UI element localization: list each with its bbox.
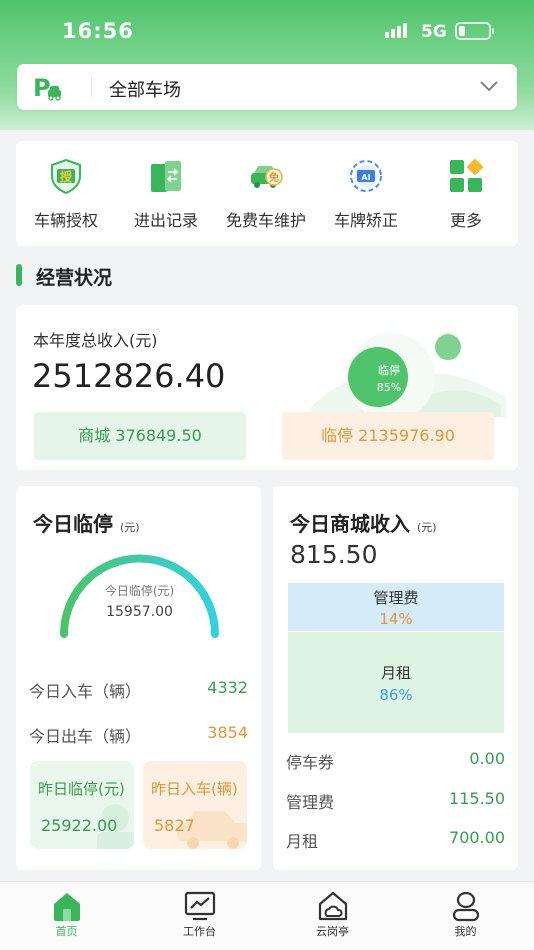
cloud-booth-icon: [318, 891, 348, 921]
temp-share-pct: 85%: [376, 381, 402, 394]
tab-profile[interactable]: 我的: [399, 882, 532, 950]
svg-text:P: P: [33, 74, 51, 102]
today-mall-income-card: 今日商城收入 (元) 815.50 管理费 14% 月租 86% 停车券 0.0…: [273, 486, 518, 870]
today-mall-value: 815.50: [290, 540, 378, 569]
temp-revenue-chip[interactable]: 临停 2135976.90: [282, 412, 494, 460]
today-entry-value: 4332: [207, 678, 248, 697]
yesterday-entry-tile[interactable]: 昨日入车(辆) 5827: [143, 761, 247, 849]
parking-lot-label: 全部车场: [109, 80, 181, 101]
yesterday-entry-label: 昨日入车(辆): [151, 780, 238, 798]
monthly-rent-value: 700.00: [449, 828, 505, 847]
tab-label: 云岗亭: [316, 925, 349, 938]
divider: [91, 77, 92, 97]
parking-car-icon: P: [33, 74, 61, 102]
today-mall-title: 今日商城收入 (元): [290, 512, 437, 536]
parking-lot-selector[interactable]: P 全部车场: [17, 64, 517, 110]
coupon-label: 停车券: [286, 753, 335, 772]
network-type: 5G: [421, 22, 447, 42]
battery-icon: [455, 22, 494, 40]
status-bar: 16:56 5G: [0, 0, 534, 62]
home-icon: [54, 893, 80, 921]
today-exit-value: 3854: [207, 723, 248, 742]
quick-action-entry-exit[interactable]: 进出记录: [116, 141, 216, 246]
today-temp-title: 今日临停 (元): [33, 512, 140, 536]
tab-workbench[interactable]: 工作台: [133, 882, 266, 950]
svg-text:AI: AI: [361, 173, 370, 182]
monthly-rent-share-block: 月租 86%: [288, 632, 504, 733]
profile-icon: [452, 891, 480, 922]
yesterday-temp-label: 昨日临停(元): [38, 780, 125, 798]
gauge-label: 今日临停(元): [104, 584, 175, 598]
management-fee-label: 管理费: [286, 793, 335, 812]
svg-text:授: 授: [60, 169, 73, 184]
annual-revenue-value: 2512826.40: [32, 357, 226, 395]
annual-revenue-card: 本年度总收入(元) 2512826.40 临停 85% 商城 376849.50…: [16, 305, 518, 470]
temp-share-name: 临停: [378, 364, 400, 377]
tab-label: 首页: [55, 925, 78, 938]
temp-share-label: 临停 85%: [361, 362, 417, 396]
section-accent-bar: [16, 264, 22, 286]
gauge-value: 15957.00: [106, 604, 173, 620]
mall-revenue-chip[interactable]: 商城 376849.50: [34, 412, 246, 460]
monthly-rent-share-pct: 86%: [379, 686, 413, 704]
quick-action-plate-correct[interactable]: AI 车牌矫正: [316, 141, 416, 246]
tab-home[interactable]: 首页: [0, 882, 133, 950]
quick-action-label: 进出记录: [133, 211, 198, 230]
quick-action-label: 免费车维护: [225, 211, 306, 230]
yesterday-entry-value: 5827: [154, 816, 195, 835]
management-fee-share-block: 管理费 14%: [288, 583, 504, 631]
tab-label: 我的: [454, 925, 477, 938]
signal-icon: [385, 22, 413, 38]
tab-cloud-booth[interactable]: 云岗亭: [266, 882, 399, 950]
quick-action-vehicle-authorize[interactable]: 授 车辆授权: [16, 141, 116, 246]
management-fee-value: 115.50: [449, 789, 505, 808]
chevron-down-icon: [480, 81, 498, 92]
monthly-rent-label: 月租: [286, 832, 319, 851]
annual-revenue-label: 本年度总收入(元): [33, 331, 158, 350]
yesterday-temp-value: 25922.00: [41, 816, 118, 835]
management-fee-share-name: 管理费: [373, 589, 419, 607]
yesterday-temp-tile[interactable]: 昨日临停(元) 25922.00: [30, 761, 134, 849]
vehicle-authorize-icon: 授: [51, 158, 81, 194]
today-temp-parking-card: 今日临停 (元) 今日临停(元) 15957.00 今日入车（辆） 4332 今…: [16, 486, 261, 870]
workbench-icon: [184, 891, 216, 921]
management-fee-share-pct: 14%: [379, 610, 413, 628]
quick-action-label: 更多: [449, 211, 482, 230]
free-car-icon: 免: [251, 166, 283, 188]
today-exit-label: 今日出车（辆）: [29, 727, 142, 746]
status-time: 16:56: [62, 19, 134, 43]
coupon-value: 0.00: [469, 749, 505, 768]
bottom-tab-bar: 首页 工作台 云岗亭 我的: [0, 881, 534, 950]
entry-exit-record-icon: [151, 161, 181, 192]
quick-action-more[interactable]: 更多: [416, 141, 516, 246]
section-title: 经营状况: [36, 267, 113, 289]
monthly-rent-share-name: 月租: [380, 664, 411, 682]
quick-action-label: 车辆授权: [33, 211, 98, 230]
more-grid-icon: [450, 158, 484, 192]
quick-action-free-car[interactable]: 免 免费车维护: [216, 141, 316, 246]
tab-label: 工作台: [183, 925, 216, 938]
quick-actions-panel: 授 车辆授权 进出记录 免 免费车维护 AI 车牌矫正 更多: [16, 141, 518, 246]
plate-correct-icon: AI: [350, 160, 382, 192]
quick-action-label: 车牌矫正: [333, 211, 398, 230]
svg-text:免: 免: [269, 171, 279, 184]
today-entry-label: 今日入车（辆）: [29, 682, 142, 701]
